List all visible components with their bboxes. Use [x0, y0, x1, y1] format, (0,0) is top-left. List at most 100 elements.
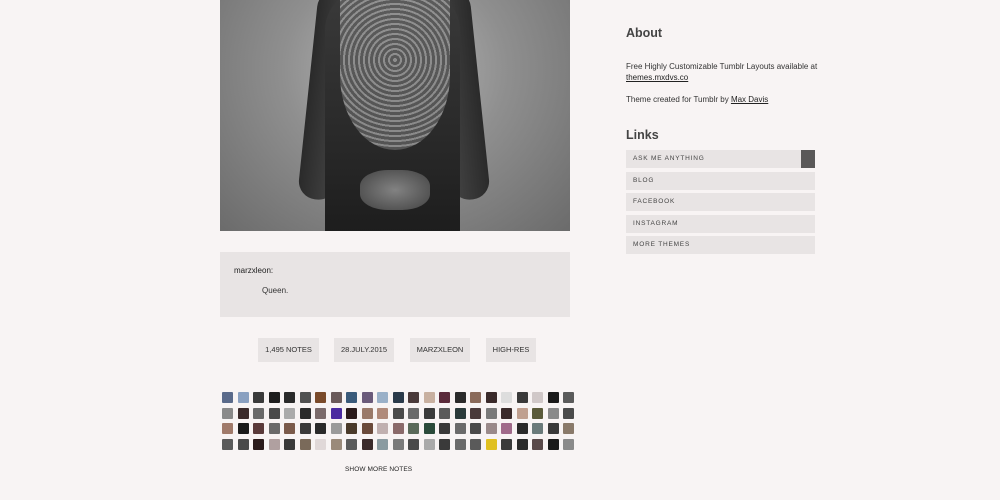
note-avatar[interactable] — [408, 438, 419, 450]
caption-username[interactable]: marzxleon: — [234, 266, 273, 275]
note-avatar[interactable] — [439, 423, 450, 434]
note-avatar[interactable] — [237, 423, 249, 434]
note-avatar[interactable] — [547, 423, 559, 434]
note-avatar[interactable] — [284, 392, 295, 403]
author-link[interactable]: Max Davis — [731, 95, 768, 104]
note-avatar[interactable] — [547, 438, 559, 450]
note-avatar[interactable] — [408, 423, 419, 434]
note-avatar[interactable] — [361, 423, 373, 434]
notes-count-button[interactable]: 1,495 NOTES — [258, 338, 319, 362]
note-avatar[interactable] — [268, 423, 280, 434]
note-avatar[interactable] — [361, 392, 373, 403]
note-avatar[interactable] — [423, 392, 435, 403]
note-avatar[interactable] — [222, 392, 233, 403]
note-avatar[interactable] — [392, 423, 404, 434]
note-avatar[interactable] — [516, 423, 528, 434]
note-avatar[interactable] — [439, 392, 450, 403]
note-avatar[interactable] — [222, 438, 233, 450]
link-more-themes[interactable]: MORE THEMES — [626, 236, 815, 254]
note-avatar[interactable] — [222, 423, 233, 434]
note-avatar[interactable] — [485, 392, 497, 403]
post-photo[interactable] — [220, 0, 570, 231]
note-avatar[interactable] — [361, 438, 373, 450]
note-avatar[interactable] — [268, 407, 280, 419]
note-avatar[interactable] — [408, 407, 419, 419]
note-avatar[interactable] — [315, 438, 326, 450]
note-avatar[interactable] — [299, 438, 311, 450]
themes-link[interactable]: themes.mxdvs.co — [626, 73, 688, 82]
note-avatar[interactable] — [485, 438, 497, 450]
note-avatar[interactable] — [563, 423, 574, 434]
note-avatar[interactable] — [222, 407, 233, 419]
note-avatar[interactable] — [501, 392, 512, 403]
note-avatar[interactable] — [485, 407, 497, 419]
post-date-link[interactable]: 28.JULY.2015 — [334, 338, 394, 362]
note-avatar[interactable] — [392, 407, 404, 419]
note-avatar[interactable] — [330, 407, 342, 419]
note-avatar[interactable] — [470, 438, 481, 450]
note-avatar[interactable] — [315, 392, 326, 403]
note-avatar[interactable] — [346, 407, 357, 419]
note-avatar[interactable] — [470, 392, 481, 403]
note-avatar[interactable] — [454, 438, 466, 450]
note-avatar[interactable] — [346, 438, 357, 450]
note-avatar[interactable] — [330, 392, 342, 403]
note-avatar[interactable] — [253, 392, 264, 403]
note-avatar[interactable] — [330, 423, 342, 434]
note-avatar[interactable] — [299, 407, 311, 419]
note-avatar[interactable] — [454, 423, 466, 434]
note-avatar[interactable] — [454, 392, 466, 403]
note-avatar[interactable] — [408, 392, 419, 403]
note-avatar[interactable] — [377, 438, 388, 450]
note-avatar[interactable] — [532, 438, 543, 450]
note-avatar[interactable] — [377, 392, 388, 403]
note-avatar[interactable] — [268, 438, 280, 450]
show-more-notes-button[interactable]: SHOW MORE NOTES — [345, 466, 412, 473]
note-avatar[interactable] — [563, 407, 574, 419]
link-blog[interactable]: BLOG — [626, 171, 815, 190]
note-avatar[interactable] — [237, 407, 249, 419]
note-avatar[interactable] — [439, 407, 450, 419]
note-avatar[interactable] — [346, 392, 357, 403]
note-avatar[interactable] — [237, 392, 249, 403]
note-avatar[interactable] — [532, 423, 543, 434]
note-avatar[interactable] — [377, 407, 388, 419]
note-avatar[interactable] — [284, 438, 295, 450]
source-link[interactable]: MARZXLEON — [410, 338, 470, 362]
note-avatar[interactable] — [563, 438, 574, 450]
note-avatar[interactable] — [423, 407, 435, 419]
note-avatar[interactable] — [284, 423, 295, 434]
note-avatar[interactable] — [501, 423, 512, 434]
note-avatar[interactable] — [284, 407, 295, 419]
note-avatar[interactable] — [392, 438, 404, 450]
note-avatar[interactable] — [454, 407, 466, 419]
note-avatar[interactable] — [253, 423, 264, 434]
note-avatar[interactable] — [501, 407, 512, 419]
note-avatar[interactable] — [330, 438, 342, 450]
link-facebook[interactable]: FACEBOOK — [626, 193, 815, 211]
note-avatar[interactable] — [361, 407, 373, 419]
note-avatar[interactable] — [253, 438, 264, 450]
note-avatar[interactable] — [532, 392, 543, 403]
note-avatar[interactable] — [547, 392, 559, 403]
link-instagram[interactable]: INSTAGRAM — [626, 214, 815, 233]
note-avatar[interactable] — [532, 407, 543, 419]
note-avatar[interactable] — [268, 392, 280, 403]
note-avatar[interactable] — [253, 407, 264, 419]
note-avatar[interactable] — [237, 438, 249, 450]
note-avatar[interactable] — [423, 423, 435, 434]
note-avatar[interactable] — [547, 407, 559, 419]
link-ask-me-anything[interactable]: ASK ME ANYTHING — [626, 150, 815, 168]
note-avatar[interactable] — [423, 438, 435, 450]
note-avatar[interactable] — [315, 423, 326, 434]
high-res-link[interactable]: HIGH-RES — [486, 338, 536, 362]
note-avatar[interactable] — [439, 438, 450, 450]
note-avatar[interactable] — [299, 423, 311, 434]
note-avatar[interactable] — [470, 407, 481, 419]
note-avatar[interactable] — [315, 407, 326, 419]
note-avatar[interactable] — [377, 423, 388, 434]
note-avatar[interactable] — [392, 392, 404, 403]
note-avatar[interactable] — [501, 438, 512, 450]
note-avatar[interactable] — [485, 423, 497, 434]
note-avatar[interactable] — [516, 392, 528, 403]
